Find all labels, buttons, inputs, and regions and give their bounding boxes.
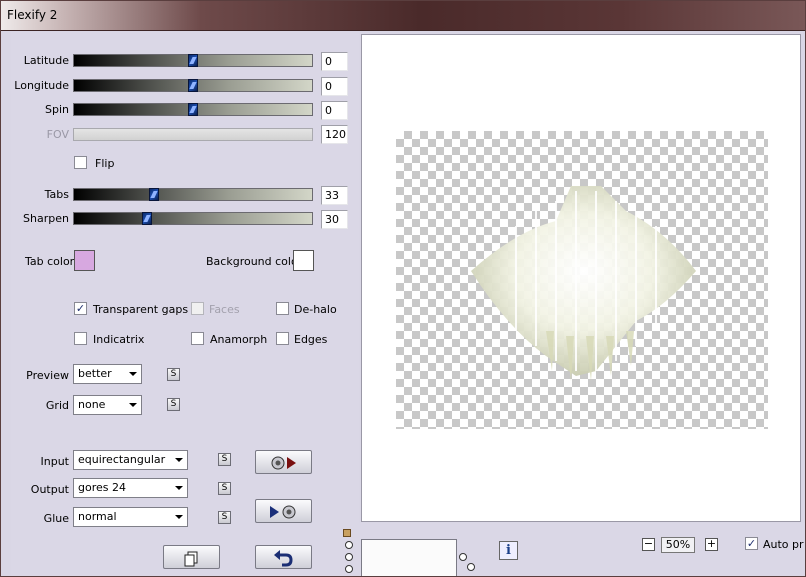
navigation-bar: i − 50% + ✓ Auto pr bbox=[341, 523, 805, 576]
fov-slider bbox=[73, 128, 313, 141]
undo-button[interactable] bbox=[255, 545, 312, 569]
de-halo-label: De-halo bbox=[294, 303, 337, 316]
preview-quality-select[interactable]: better bbox=[73, 364, 142, 384]
sharpen-label: Sharpen bbox=[23, 212, 69, 225]
indicatrix-label: Indicatrix bbox=[93, 333, 145, 346]
input-s-button[interactable]: S bbox=[218, 453, 231, 466]
flexified-preview-image bbox=[471, 186, 696, 381]
swap-input-button[interactable] bbox=[255, 450, 312, 474]
flexify-window: Flexify 2 Latitude 0 Longitude 0 Spin 0 … bbox=[0, 0, 806, 577]
latitude-label: Latitude bbox=[23, 54, 69, 67]
glue-value: normal bbox=[78, 510, 117, 523]
sharpen-slider-thumb[interactable] bbox=[142, 212, 152, 225]
anamorph-checkbox[interactable] bbox=[191, 332, 204, 345]
longitude-slider[interactable] bbox=[73, 79, 313, 92]
chevron-down-icon bbox=[175, 515, 183, 519]
indicatrix-checkbox[interactable] bbox=[74, 332, 87, 345]
input-projection-select[interactable]: equirectangular bbox=[73, 450, 188, 470]
flip-checkbox[interactable] bbox=[74, 156, 87, 169]
check-mark-icon: ✓ bbox=[746, 537, 757, 550]
grid-s-button[interactable]: S bbox=[167, 398, 180, 411]
nav-circle-icon bbox=[345, 541, 353, 549]
longitude-slider-thumb[interactable] bbox=[188, 79, 198, 92]
sharpen-slider[interactable] bbox=[73, 212, 313, 225]
tabs-value-field[interactable]: 33 bbox=[321, 186, 348, 205]
spin-label: Spin bbox=[45, 103, 69, 116]
anamorph-label: Anamorph bbox=[210, 333, 268, 346]
spin-slider-thumb[interactable] bbox=[188, 103, 198, 116]
tab-color-label: Tab color bbox=[25, 255, 75, 268]
output-projection-value: gores 24 bbox=[78, 481, 126, 494]
check-mark-icon: ✓ bbox=[75, 302, 86, 315]
arrow-right-globe-icon bbox=[270, 505, 296, 519]
chevron-down-icon bbox=[129, 403, 137, 407]
chevron-down-icon bbox=[129, 372, 137, 376]
title-bar[interactable]: Flexify 2 bbox=[1, 1, 805, 31]
zoom-out-button[interactable]: − bbox=[642, 538, 655, 551]
copy-icon bbox=[184, 551, 198, 567]
chevron-down-icon bbox=[175, 458, 183, 462]
grid-value: none bbox=[78, 398, 106, 411]
glue-s-button[interactable]: S bbox=[218, 511, 231, 524]
settings-panel: Latitude 0 Longitude 0 Spin 0 FOV 120 Fl… bbox=[11, 32, 359, 576]
tabs-slider[interactable] bbox=[73, 188, 313, 201]
nav-circle-icon bbox=[459, 553, 467, 561]
tabs-slider-thumb[interactable] bbox=[149, 188, 159, 201]
spin-slider[interactable] bbox=[73, 103, 313, 116]
undo-icon bbox=[274, 550, 293, 567]
globe-arrow-right-icon bbox=[271, 456, 296, 470]
latitude-slider[interactable] bbox=[73, 54, 313, 67]
swap-output-button[interactable] bbox=[255, 499, 312, 523]
transparent-gaps-checkbox[interactable]: ✓ bbox=[74, 302, 87, 315]
input-label: Input bbox=[40, 455, 69, 468]
edges-label: Edges bbox=[294, 333, 328, 346]
latitude-slider-thumb[interactable] bbox=[188, 54, 198, 67]
auto-preview-label: Auto pr bbox=[763, 538, 804, 551]
preview-quality-value: better bbox=[78, 367, 112, 380]
flip-label: Flip bbox=[95, 157, 115, 170]
output-label: Output bbox=[30, 483, 69, 496]
preview-s-button[interactable]: S bbox=[167, 368, 180, 381]
input-projection-value: equirectangular bbox=[78, 453, 166, 466]
nav-circle-icon bbox=[345, 565, 353, 573]
glue-select[interactable]: normal bbox=[73, 507, 188, 527]
grid-label: Grid bbox=[45, 399, 69, 412]
nav-circle-icon bbox=[467, 563, 475, 571]
latitude-value-field[interactable]: 0 bbox=[321, 52, 348, 71]
nav-circle-icon bbox=[345, 553, 353, 561]
transparent-gaps-label: Transparent gaps bbox=[93, 303, 189, 316]
faces-label: Faces bbox=[209, 303, 240, 316]
chevron-down-icon bbox=[175, 486, 183, 490]
sharpen-value-field[interactable]: 30 bbox=[321, 210, 348, 229]
longitude-label: Longitude bbox=[14, 79, 69, 92]
fov-value-field: 120 bbox=[321, 125, 348, 144]
longitude-value-field[interactable]: 0 bbox=[321, 77, 348, 96]
auto-preview-checkbox[interactable]: ✓ bbox=[745, 537, 758, 550]
fov-label: FOV bbox=[46, 128, 69, 141]
faces-checkbox bbox=[191, 302, 204, 315]
preview-label: Preview bbox=[26, 369, 69, 382]
background-color-swatch[interactable] bbox=[293, 250, 314, 271]
spin-value-field[interactable]: 0 bbox=[321, 101, 348, 120]
zoom-in-button[interactable]: + bbox=[705, 538, 718, 551]
edges-checkbox[interactable] bbox=[276, 332, 289, 345]
glue-label: Glue bbox=[43, 512, 69, 525]
info-button[interactable]: i bbox=[499, 541, 518, 560]
output-projection-select[interactable]: gores 24 bbox=[73, 478, 188, 498]
window-title: Flexify 2 bbox=[7, 8, 58, 22]
output-s-button[interactable]: S bbox=[218, 482, 231, 495]
transparency-checkerboard bbox=[396, 131, 768, 429]
nav-handle-icon[interactable] bbox=[343, 529, 351, 537]
preview-canvas[interactable] bbox=[361, 34, 801, 522]
navigator-thumbnail[interactable] bbox=[361, 539, 457, 576]
tab-color-swatch[interactable] bbox=[74, 250, 95, 271]
zoom-level-field[interactable]: 50% bbox=[661, 537, 695, 553]
copy-button[interactable] bbox=[163, 545, 220, 569]
tabs-label: Tabs bbox=[44, 188, 69, 201]
grid-select[interactable]: none bbox=[73, 395, 142, 415]
background-color-label: Background color bbox=[206, 255, 303, 268]
de-halo-checkbox[interactable] bbox=[276, 302, 289, 315]
